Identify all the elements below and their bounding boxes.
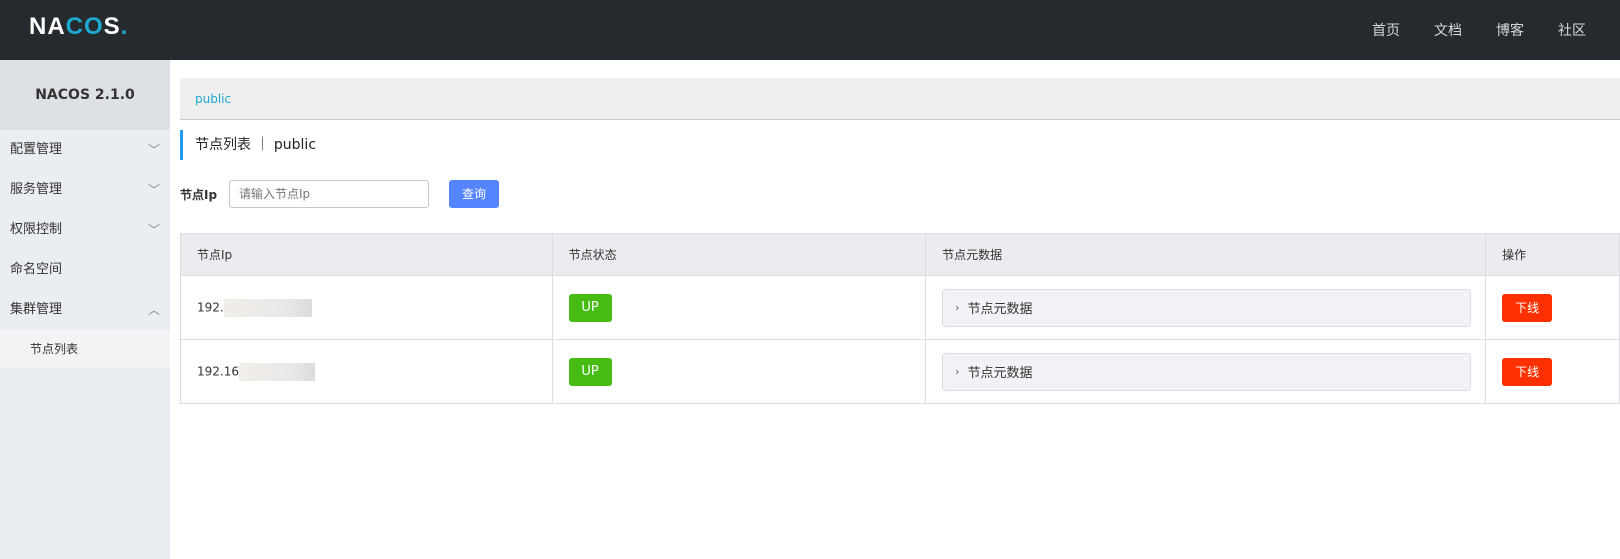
menu-label: 服务管理 — [10, 182, 63, 197]
redacted-ip-mask — [223, 298, 312, 317]
column-header: 节点元数据 — [925, 233, 1487, 276]
nav-docs-link[interactable]: 文档 — [1434, 20, 1462, 40]
page-title: 节点列表 ｜ public — [180, 130, 1620, 160]
menu-label: 命名空间 — [10, 262, 63, 277]
chevron-right-icon: › — [955, 365, 960, 378]
metadata-label: 节点元数据 — [967, 302, 1033, 317]
version-title: NACOS 2.1.0 — [0, 60, 170, 130]
menu-service-management[interactable]: 服务管理 ﹀ — [0, 170, 170, 210]
node-ip-cell: 192.16 — [180, 339, 553, 404]
search-button[interactable]: 查询 — [449, 180, 499, 208]
submenu-node-list[interactable]: 节点列表 — [0, 330, 170, 368]
status-badge: UP — [568, 357, 612, 386]
main-content: public 节点列表 ｜ public 节点Ip 查询 节点Ip 节点状态 节… — [180, 78, 1620, 404]
menu-access-control[interactable]: 权限控制 ﹀ — [0, 210, 170, 250]
node-ip-label: 节点Ip — [180, 187, 218, 202]
column-header: 节点状态 — [551, 233, 927, 276]
top-nav-links: 首页 文档 博客 社区 — [1372, 0, 1620, 60]
metadata-label: 节点元数据 — [967, 366, 1033, 381]
node-status-cell: UP — [551, 275, 927, 340]
column-header: 节点Ip — [180, 233, 553, 276]
node-table: 节点Ip 节点状态 节点元数据 操作 192. UP › 节点元数据 下线 192… — [180, 233, 1620, 404]
node-ip: 192.16 — [197, 364, 239, 378]
nav-community-link[interactable]: 社区 — [1558, 20, 1586, 40]
status-badge: UP — [568, 293, 612, 322]
chevron-right-icon: › — [955, 301, 960, 314]
action-cell: 下线 — [1485, 275, 1620, 340]
chevron-down-icon: ﹀ — [147, 223, 160, 237]
table-row: 192.16 UP › 节点元数据 下线 — [180, 339, 1620, 404]
node-ip-input[interactable] — [229, 180, 429, 208]
table-row: 192. UP › 节点元数据 下线 — [180, 275, 1620, 340]
offline-button[interactable]: 下线 — [1502, 293, 1553, 322]
metadata-expander[interactable]: › 节点元数据 — [942, 288, 1472, 327]
metadata-expander[interactable]: › 节点元数据 — [942, 352, 1472, 391]
chevron-up-icon: ︿ — [147, 303, 160, 317]
node-metadata-cell: › 节点元数据 — [925, 339, 1487, 404]
nav-blog-link[interactable]: 博客 — [1496, 20, 1524, 40]
table-header-row: 节点Ip 节点状态 节点元数据 操作 — [180, 233, 1620, 276]
sidebar: NACOS 2.1.0 配置管理 ﹀ 服务管理 ﹀ 权限控制 ﹀ 命名空间 集群… — [0, 60, 170, 559]
menu-label: 配置管理 — [10, 142, 63, 157]
chevron-down-icon: ﹀ — [147, 183, 160, 197]
menu-label: 权限控制 — [10, 222, 63, 237]
node-ip-cell: 192. — [180, 275, 553, 340]
column-header: 操作 — [1485, 233, 1620, 276]
top-navbar: NACOS. 首页 文档 博客 社区 — [0, 0, 1620, 60]
node-status-cell: UP — [551, 339, 927, 404]
search-form: 节点Ip 查询 — [180, 180, 1620, 208]
offline-button[interactable]: 下线 — [1502, 357, 1553, 386]
node-metadata-cell: › 节点元数据 — [925, 275, 1487, 340]
namespace-breadcrumb[interactable]: public — [180, 78, 1620, 120]
menu-namespace[interactable]: 命名空间 — [0, 250, 170, 290]
menu-label: 集群管理 — [10, 302, 63, 317]
node-ip: 192. — [197, 300, 224, 314]
nacos-logo[interactable]: NACOS. — [29, 13, 128, 41]
action-cell: 下线 — [1485, 339, 1620, 404]
nav-home-link[interactable]: 首页 — [1372, 20, 1400, 40]
redacted-ip-mask — [239, 362, 315, 381]
menu-config-management[interactable]: 配置管理 ﹀ — [0, 130, 170, 170]
menu-cluster-management[interactable]: 集群管理 ︿ — [0, 290, 170, 330]
chevron-down-icon: ﹀ — [147, 143, 160, 157]
